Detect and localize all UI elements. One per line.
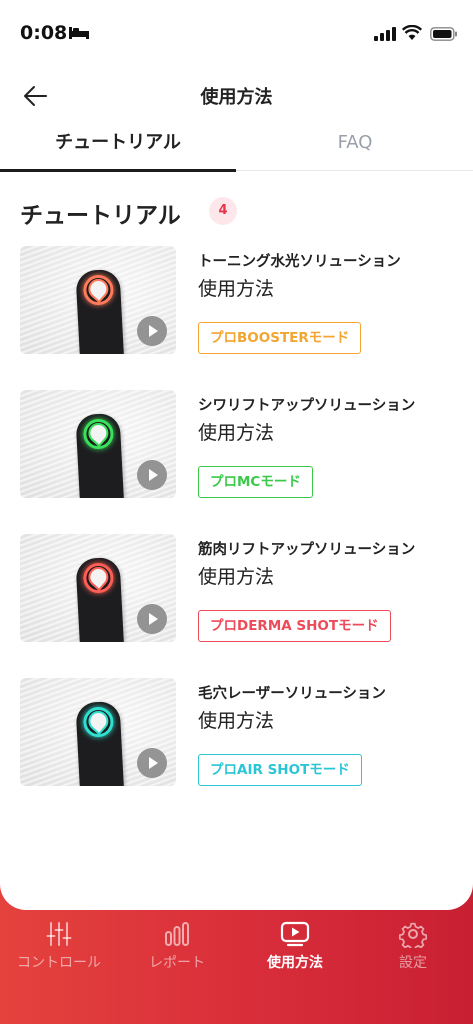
tutorial-card-wrinkle-lift[interactable]: シワリフトアップソリューション 使用方法 プロMCモード [20, 390, 455, 500]
mode-tag: プロBOOSTERモード [198, 322, 362, 354]
nav-how-to-use[interactable]: 使用方法 [236, 920, 354, 980]
signal-icon [374, 27, 396, 41]
tutorial-card-pore-laser[interactable]: 毛穴レーザーソリューション 使用方法 プロAIR SHOTモード [20, 678, 455, 788]
tab-bar: チュートリアル FAQ [0, 122, 473, 172]
tutorial-count-badge: 4 [209, 197, 237, 225]
sliders-icon [46, 922, 72, 946]
play-icon[interactable] [137, 748, 167, 778]
nav-label: コントロール [17, 955, 101, 971]
tutorial-card-muscle-lift[interactable]: 筋肉リフトアップソリューション 使用方法 プロDERMA SHOTモード [20, 534, 455, 644]
nav-settings[interactable]: 設定 [354, 920, 472, 980]
section-title: チュートリアル [20, 203, 181, 229]
video-thumbnail[interactable] [20, 678, 176, 786]
tab-faq[interactable]: FAQ [237, 122, 473, 171]
card-subtitle: 使用方法 [198, 566, 275, 588]
mode-tag: プロDERMA SHOTモード [198, 610, 391, 642]
card-subtitle: 使用方法 [198, 278, 275, 300]
play-icon[interactable] [137, 460, 167, 490]
nav-control[interactable]: コントロール [0, 920, 118, 980]
video-thumbnail[interactable] [20, 246, 176, 354]
card-title: シワリフトアップソリューション [198, 398, 416, 414]
video-thumbnail[interactable] [20, 534, 176, 642]
status-time: 0:08 [20, 22, 68, 44]
wifi-icon [402, 25, 422, 40]
nav-label: 使用方法 [267, 955, 323, 971]
card-title: トーニング水光ソリューション [198, 254, 401, 270]
play-icon[interactable] [137, 604, 167, 634]
device-image [75, 556, 125, 642]
sleep-mode-icon [69, 27, 89, 39]
video-thumbnail[interactable] [20, 390, 176, 498]
bar-chart-icon [165, 922, 189, 946]
device-image [75, 412, 125, 498]
play-icon[interactable] [137, 316, 167, 346]
page-title: 使用方法 [200, 87, 273, 108]
card-subtitle: 使用方法 [198, 710, 275, 732]
device-image [75, 268, 125, 354]
tutorial-card-toning[interactable]: トーニング水光ソリューション 使用方法 プロBOOSTERモード [20, 246, 455, 356]
nav-label: 設定 [399, 955, 427, 971]
gear-icon [399, 922, 427, 948]
mode-tag: プロMCモード [198, 466, 313, 498]
header: 使用方法 [0, 70, 473, 122]
status-bar: 0:08 [0, 0, 473, 70]
play-video-icon [280, 921, 310, 947]
device-image [75, 700, 125, 786]
mode-tag: プロAIR SHOTモード [198, 754, 362, 786]
card-title: 毛穴レーザーソリューション [198, 686, 386, 702]
tab-tutorial[interactable]: チュートリアル [0, 122, 236, 172]
battery-icon [430, 27, 457, 41]
card-subtitle: 使用方法 [198, 422, 275, 444]
card-title: 筋肉リフトアップソリューション [198, 542, 416, 558]
nav-report[interactable]: レポート [118, 920, 236, 980]
nav-label: レポート [149, 955, 205, 971]
